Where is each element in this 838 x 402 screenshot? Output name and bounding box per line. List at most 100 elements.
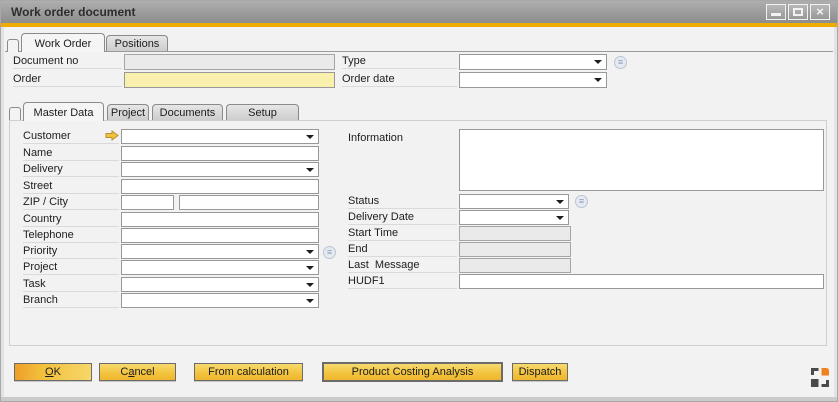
- type-dropdown[interactable]: Storage Order: [459, 54, 607, 70]
- dropdown-arrow-icon[interactable]: [306, 168, 314, 172]
- zip-field[interactable]: [121, 195, 174, 210]
- dropdown-arrow-icon[interactable]: [306, 283, 314, 287]
- product-costing-analysis-button[interactable]: Product Costing Analysis: [323, 363, 502, 381]
- maximize-icon: [793, 8, 803, 16]
- hudf1-label: HUDF1: [348, 274, 457, 289]
- cancel-button[interactable]: Cancel: [99, 363, 176, 381]
- window-frame: [1, 27, 4, 397]
- country-field[interactable]: [121, 212, 319, 227]
- tab-work-order[interactable]: Work Order: [21, 33, 105, 52]
- order-value: WH000273: [140, 87, 195, 88]
- tab-positions-label: Positions: [115, 38, 160, 50]
- start-time-label: Start Time: [348, 226, 457, 241]
- type-value: Storage Order: [475, 69, 545, 70]
- information-label: Information: [348, 131, 457, 146]
- country-label: Country: [23, 212, 119, 227]
- maximize-button[interactable]: [788, 4, 808, 20]
- dropdown-arrow-icon[interactable]: [594, 60, 602, 64]
- type-label: Type: [342, 54, 457, 69]
- name-field[interactable]: [121, 146, 319, 161]
- document-no-label: Document no: [13, 54, 122, 69]
- dropdown-arrow-icon[interactable]: [594, 78, 602, 82]
- main-tab-strip-line: [5, 51, 833, 52]
- priority-label: Priority: [23, 244, 119, 259]
- delivery-label: Delivery: [23, 162, 119, 177]
- priority-value: high: [137, 258, 158, 259]
- task-dropdown[interactable]: [121, 277, 319, 292]
- project-label: Project: [23, 260, 119, 275]
- name-label: Name: [23, 146, 119, 161]
- choose-from-list-icon[interactable]: ≡: [614, 56, 627, 69]
- window-frame: [834, 27, 837, 397]
- priority-dropdown[interactable]: high: [121, 244, 319, 259]
- order-date-dropdown[interactable]: 17.12.19: [459, 72, 607, 88]
- tab-project[interactable]: Project: [107, 104, 149, 120]
- title-bar[interactable]: Work order document: [1, 1, 837, 23]
- start-time-field: 16.12.19 15:50: [459, 226, 571, 241]
- status-dropdown[interactable]: [459, 194, 569, 209]
- tab-master-data[interactable]: Master Data: [23, 102, 104, 121]
- tab-master-data-label: Master Data: [34, 107, 94, 119]
- tab-positions[interactable]: Positions: [106, 35, 168, 51]
- delivery-date-value: 17.12.19: [475, 224, 518, 225]
- tab-documents[interactable]: Documents: [152, 104, 223, 120]
- minimize-button[interactable]: [766, 4, 786, 20]
- status-label: Status: [348, 194, 457, 209]
- street-label: Street: [23, 179, 119, 194]
- start-time-value: 16.12.19 15:50: [475, 240, 548, 241]
- link-arrow-icon[interactable]: [105, 130, 119, 141]
- tab-setup-label: Setup: [248, 107, 277, 119]
- ok-button[interactable]: OK: [14, 363, 92, 381]
- from-calculation-button[interactable]: From calculation: [194, 363, 303, 381]
- hudf1-field[interactable]: [459, 274, 824, 289]
- end-label: End: [348, 242, 457, 257]
- sub-tab-stub: [9, 107, 21, 120]
- delivery-date-label: Delivery Date: [348, 210, 457, 225]
- tab-documents-label: Documents: [160, 107, 216, 119]
- dropdown-arrow-icon[interactable]: [556, 216, 564, 220]
- order-date-label: Order date: [342, 72, 457, 87]
- resize-grip-icon[interactable]: [811, 368, 829, 387]
- street-field[interactable]: [121, 179, 319, 194]
- tab-setup[interactable]: Setup: [226, 104, 299, 120]
- zip-city-label: ZIP / City: [23, 195, 119, 210]
- dropdown-arrow-icon[interactable]: [306, 266, 314, 270]
- order-field[interactable]: WH000273: [124, 72, 335, 88]
- branch-label: Branch: [23, 293, 119, 308]
- dropdown-arrow-icon[interactable]: [306, 299, 314, 303]
- accent-stripe: [1, 23, 837, 27]
- window-frame: [1, 397, 837, 401]
- last-message-label: Last Message: [348, 258, 457, 273]
- task-label: Task: [23, 277, 119, 292]
- delivery-dropdown[interactable]: [121, 162, 319, 177]
- tab-work-order-label: Work Order: [35, 38, 92, 50]
- information-textarea[interactable]: [459, 129, 824, 191]
- branch-dropdown[interactable]: [121, 293, 319, 308]
- customer-dropdown[interactable]: [121, 129, 319, 144]
- delivery-date-dropdown[interactable]: 17.12.19: [459, 210, 569, 225]
- window-title: Work order document: [11, 1, 135, 23]
- last-message-field: [459, 258, 571, 273]
- city-field[interactable]: [179, 195, 319, 210]
- end-field: 17.12.19 15:00: [459, 242, 571, 257]
- choose-from-list-icon[interactable]: ≡: [575, 195, 588, 208]
- close-button[interactable]: ×: [810, 4, 830, 20]
- dropdown-arrow-icon[interactable]: [306, 135, 314, 139]
- choose-from-list-icon[interactable]: ≡: [323, 246, 336, 259]
- end-value: 17.12.19 15:00: [475, 256, 548, 257]
- document-no-field[interactable]: 1317: [124, 54, 335, 70]
- minimize-icon: [771, 13, 781, 16]
- telephone-label: Telephone: [23, 228, 119, 243]
- dropdown-arrow-icon[interactable]: [306, 250, 314, 254]
- order-date-value: 17.12.19: [475, 87, 518, 88]
- main-tab-stub: [7, 39, 19, 52]
- tab-project-label: Project: [111, 107, 145, 119]
- document-no-value: 1317: [140, 69, 164, 70]
- close-icon: ×: [811, 5, 829, 18]
- order-label: Order: [13, 72, 122, 87]
- dropdown-arrow-icon[interactable]: [556, 200, 564, 204]
- work-order-document-window: Work order document × Work Order Positio…: [0, 0, 838, 402]
- telephone-field[interactable]: [121, 228, 319, 243]
- dispatch-button[interactable]: Dispatch: [512, 363, 568, 381]
- project-dropdown[interactable]: [121, 260, 319, 275]
